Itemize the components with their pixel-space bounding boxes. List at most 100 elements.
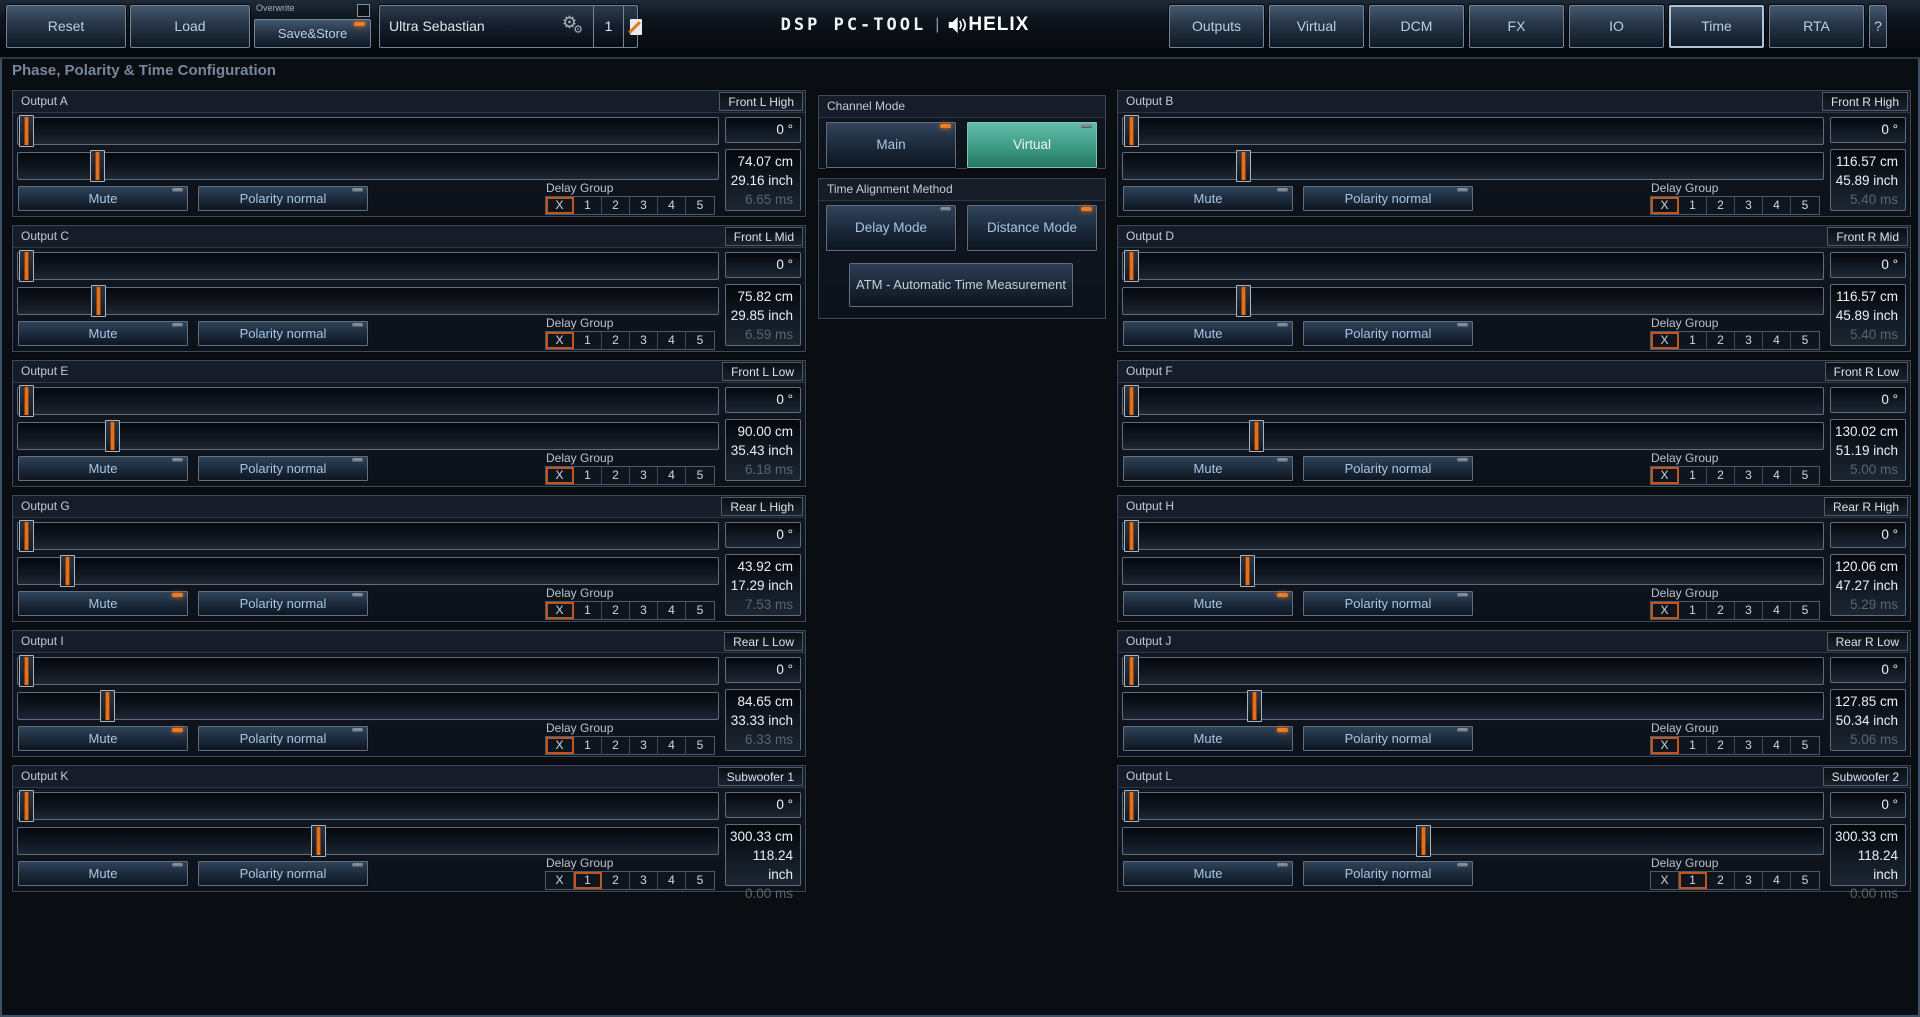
mute-button[interactable]: Mute xyxy=(17,320,189,347)
delay-group-option-1[interactable]: 1 xyxy=(1679,737,1707,754)
phase-slider[interactable] xyxy=(1122,387,1824,415)
distance-slider-handle[interactable] xyxy=(1247,690,1262,722)
polarity-button[interactable]: Polarity normal xyxy=(1302,725,1474,752)
delay-group-option-4[interactable]: 4 xyxy=(658,332,686,349)
delay-group-option-x[interactable]: X xyxy=(546,602,574,619)
nav-help[interactable]: ? xyxy=(1869,5,1887,48)
polarity-button[interactable]: Polarity normal xyxy=(1302,860,1474,887)
distance-value-box[interactable]: 120.06 cm 47.27 inch 5.29 ms xyxy=(1830,554,1906,616)
distance-slider[interactable] xyxy=(17,827,719,855)
delay-group-option-3[interactable]: 3 xyxy=(1735,602,1763,619)
phase-slider[interactable] xyxy=(1122,252,1824,280)
delay-group-option-3[interactable]: 3 xyxy=(630,467,658,484)
delay-group-option-5[interactable]: 5 xyxy=(686,602,714,619)
polarity-button[interactable]: Polarity normal xyxy=(1302,590,1474,617)
gear-icon[interactable]: ⚙⚙ xyxy=(562,14,587,34)
delay-group-option-x[interactable]: X xyxy=(546,332,574,349)
delay-group-option-5[interactable]: 5 xyxy=(686,197,714,214)
distance-inch-value[interactable]: 50.34 inch xyxy=(1831,711,1898,730)
delay-group-option-3[interactable]: 3 xyxy=(1735,872,1763,889)
distance-inch-value[interactable]: 51.19 inch xyxy=(1831,441,1898,460)
distance-inch-value[interactable]: 47.27 inch xyxy=(1831,576,1898,595)
phase-slider-handle[interactable] xyxy=(19,115,34,147)
distance-value-box[interactable]: 116.57 cm 45.89 inch 5.40 ms xyxy=(1830,284,1906,346)
time-alignment-delay-mode-button[interactable]: Delay Mode xyxy=(825,204,957,252)
distance-value-box[interactable]: 43.92 cm 17.29 inch 7.53 ms xyxy=(725,554,801,616)
phase-slider-handle[interactable] xyxy=(19,385,34,417)
phase-value-field[interactable]: 0 ° xyxy=(725,792,801,818)
delay-group-option-3[interactable]: 3 xyxy=(630,872,658,889)
polarity-button[interactable]: Polarity normal xyxy=(197,590,369,617)
delay-group-option-2[interactable]: 2 xyxy=(602,467,630,484)
distance-cm-value[interactable]: 300.33 cm xyxy=(726,827,793,846)
delay-group-option-3[interactable]: 3 xyxy=(1735,737,1763,754)
distance-cm-value[interactable]: 43.92 cm xyxy=(726,557,793,576)
phase-value-field[interactable]: 0 ° xyxy=(1830,117,1906,143)
distance-value-box[interactable]: 74.07 cm 29.16 inch 6.65 ms xyxy=(725,149,801,211)
mute-button[interactable]: Mute xyxy=(1122,455,1294,482)
distance-inch-value[interactable]: 29.85 inch xyxy=(726,306,793,325)
polarity-button[interactable]: Polarity normal xyxy=(197,185,369,212)
delay-group-option-5[interactable]: 5 xyxy=(686,332,714,349)
delay-group-option-5[interactable]: 5 xyxy=(1791,872,1819,889)
mute-button[interactable]: Mute xyxy=(1122,320,1294,347)
distance-slider-handle[interactable] xyxy=(60,555,75,587)
phase-slider-handle[interactable] xyxy=(1124,655,1139,687)
polarity-button[interactable]: Polarity normal xyxy=(1302,320,1474,347)
distance-value-box[interactable]: 130.02 cm 51.19 inch 5.00 ms xyxy=(1830,419,1906,481)
distance-cm-value[interactable]: 75.82 cm xyxy=(726,287,793,306)
channel-mode-virtual-button[interactable]: Virtual xyxy=(966,121,1098,169)
phase-slider-handle[interactable] xyxy=(19,250,34,282)
delay-group-option-1[interactable]: 1 xyxy=(574,332,602,349)
phase-slider[interactable] xyxy=(17,657,719,685)
distance-slider-handle[interactable] xyxy=(100,690,115,722)
polarity-button[interactable]: Polarity normal xyxy=(197,860,369,887)
delay-group-option-1[interactable]: 1 xyxy=(1679,332,1707,349)
distance-slider[interactable] xyxy=(17,422,719,450)
distance-cm-value[interactable]: 120.06 cm xyxy=(1831,557,1898,576)
phase-slider[interactable] xyxy=(1122,117,1824,145)
delay-group-option-2[interactable]: 2 xyxy=(1707,197,1735,214)
delay-group-option-4[interactable]: 4 xyxy=(658,197,686,214)
phase-slider[interactable] xyxy=(1122,792,1824,820)
distance-cm-value[interactable]: 116.57 cm xyxy=(1831,287,1898,306)
delay-group-option-x[interactable]: X xyxy=(1651,602,1679,619)
distance-slider[interactable] xyxy=(17,152,719,180)
distance-slider-handle[interactable] xyxy=(91,285,106,317)
nav-fx[interactable]: FX xyxy=(1469,5,1564,48)
distance-value-box[interactable]: 75.82 cm 29.85 inch 6.59 ms xyxy=(725,284,801,346)
phase-value-field[interactable]: 0 ° xyxy=(725,117,801,143)
phase-slider[interactable] xyxy=(17,387,719,415)
atm-button[interactable]: ATM - Automatic Time Measurement xyxy=(849,263,1073,307)
distance-slider-handle[interactable] xyxy=(311,825,326,857)
distance-inch-value[interactable]: 118.24 inch xyxy=(726,846,793,884)
delay-group-option-3[interactable]: 3 xyxy=(630,602,658,619)
distance-slider[interactable] xyxy=(17,557,719,585)
distance-cm-value[interactable]: 127.85 cm xyxy=(1831,692,1898,711)
preset-number-field[interactable]: 1 xyxy=(594,6,624,47)
phase-slider[interactable] xyxy=(1122,522,1824,550)
mute-button[interactable]: Mute xyxy=(1122,860,1294,887)
phase-value-field[interactable]: 0 ° xyxy=(1830,792,1906,818)
delay-group-option-1[interactable]: 1 xyxy=(574,872,602,889)
delay-group-option-3[interactable]: 3 xyxy=(1735,332,1763,349)
distance-slider-handle[interactable] xyxy=(105,420,120,452)
phase-slider[interactable] xyxy=(17,522,719,550)
distance-cm-value[interactable]: 74.07 cm xyxy=(726,152,793,171)
distance-inch-value[interactable]: 29.16 inch xyxy=(726,171,793,190)
delay-group-option-5[interactable]: 5 xyxy=(1791,197,1819,214)
polarity-button[interactable]: Polarity normal xyxy=(197,725,369,752)
delay-group-option-3[interactable]: 3 xyxy=(630,332,658,349)
delay-group-option-3[interactable]: 3 xyxy=(630,737,658,754)
delay-group-option-x[interactable]: X xyxy=(546,872,574,889)
edit-pencil-icon[interactable] xyxy=(630,19,642,35)
distance-slider-handle[interactable] xyxy=(1249,420,1264,452)
mute-button[interactable]: Mute xyxy=(17,725,189,752)
polarity-button[interactable]: Polarity normal xyxy=(197,320,369,347)
nav-outputs[interactable]: Outputs xyxy=(1169,5,1264,48)
mute-button[interactable]: Mute xyxy=(17,185,189,212)
delay-group-option-3[interactable]: 3 xyxy=(1735,467,1763,484)
delay-group-option-4[interactable]: 4 xyxy=(658,467,686,484)
distance-inch-value[interactable]: 45.89 inch xyxy=(1831,171,1898,190)
delay-group-option-5[interactable]: 5 xyxy=(686,467,714,484)
